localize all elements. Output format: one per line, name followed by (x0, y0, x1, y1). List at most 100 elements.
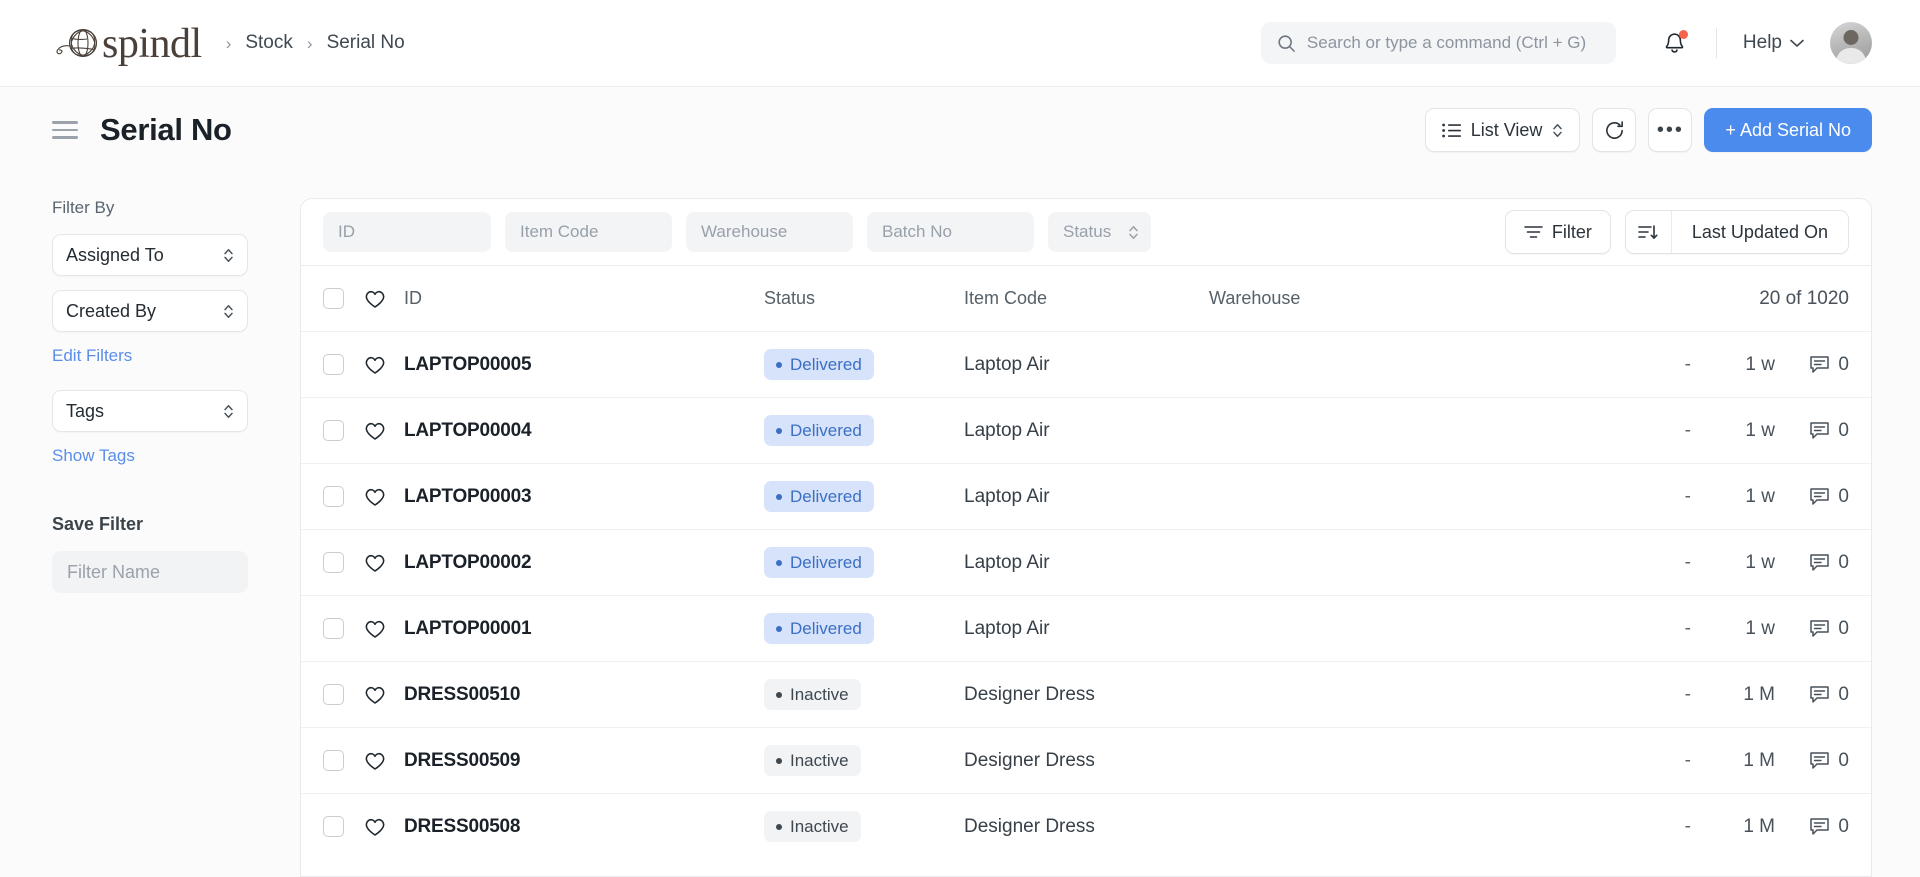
created-by-select[interactable]: Created By (52, 290, 248, 332)
column-header-status[interactable]: Status (764, 288, 964, 309)
filter-by-label: Filter By (52, 198, 248, 218)
column-header-warehouse[interactable]: Warehouse (1209, 288, 1759, 309)
add-serial-no-button[interactable]: + Add Serial No (1704, 108, 1872, 152)
row-id[interactable]: DRESS00509 (404, 750, 764, 772)
row-status-cell: Inactive (764, 679, 964, 710)
avatar[interactable] (1830, 22, 1872, 64)
status-badge: Delivered (764, 613, 874, 644)
row-like-button[interactable] (364, 487, 390, 507)
row-like-button[interactable] (364, 751, 390, 771)
filter-batch-no-input[interactable]: Batch No (867, 212, 1034, 252)
table-row[interactable]: DRESS00510InactiveDesigner Dress-1 M0 (301, 661, 1871, 727)
row-id[interactable]: LAPTOP00001 (404, 618, 764, 640)
breadcrumb-item-serial-no[interactable]: Serial No (327, 32, 405, 54)
filter-item-code-input[interactable]: Item Code (505, 212, 672, 252)
sort-field-button[interactable]: Last Updated On (1672, 211, 1848, 253)
row-assigned: - (1651, 684, 1691, 706)
filter-id-input[interactable]: ID (323, 212, 491, 252)
row-comment-count[interactable]: 0 (1775, 354, 1849, 376)
heart-icon (364, 355, 386, 375)
search-input[interactable]: Search or type a command (Ctrl + G) (1261, 22, 1616, 64)
table-body: LAPTOP00005DeliveredLaptop Air-1 w0LAPTO… (301, 331, 1871, 859)
row-like-button[interactable] (364, 355, 390, 375)
row-like-button[interactable] (364, 553, 390, 573)
row-item-code: Laptop Air (964, 420, 1209, 442)
table-row[interactable]: DRESS00508InactiveDesigner Dress-1 M0 (301, 793, 1871, 859)
filter-status-placeholder: Status (1063, 222, 1111, 242)
row-id[interactable]: LAPTOP00003 (404, 486, 764, 508)
row-item-code: Designer Dress (964, 684, 1209, 706)
row-like-button[interactable] (364, 685, 390, 705)
comment-icon (1809, 817, 1830, 836)
row-id[interactable]: LAPTOP00002 (404, 552, 764, 574)
list-filter-bar: ID Item Code Warehouse Batch No Status (301, 199, 1871, 265)
row-checkbox[interactable] (323, 684, 344, 705)
hamburger-icon[interactable] (52, 121, 78, 139)
row-checkbox[interactable] (323, 354, 344, 375)
table-row[interactable]: LAPTOP00003DeliveredLaptop Air-1 w0 (301, 463, 1871, 529)
row-status-cell: Delivered (764, 349, 964, 380)
row-checkbox[interactable] (323, 816, 344, 837)
table-row[interactable]: LAPTOP00004DeliveredLaptop Air-1 w0 (301, 397, 1871, 463)
tags-select[interactable]: Tags (52, 390, 248, 432)
save-filter-label: Save Filter (52, 514, 248, 535)
row-checkbox[interactable] (323, 618, 344, 639)
add-serial-no-label: + Add Serial No (1725, 120, 1851, 141)
refresh-button[interactable] (1592, 108, 1636, 152)
row-id[interactable]: LAPTOP00004 (404, 420, 764, 442)
row-checkbox[interactable] (323, 750, 344, 771)
row-checkbox[interactable] (323, 486, 344, 507)
column-header-item-code[interactable]: Item Code (964, 288, 1209, 309)
row-assigned: - (1651, 618, 1691, 640)
help-menu[interactable]: Help (1743, 32, 1804, 54)
row-like-button[interactable] (364, 421, 390, 441)
table-row[interactable]: LAPTOP00005DeliveredLaptop Air-1 w0 (301, 331, 1871, 397)
row-like-button[interactable] (364, 817, 390, 837)
row-id[interactable]: LAPTOP00005 (404, 354, 764, 376)
table-row[interactable]: LAPTOP00001DeliveredLaptop Air-1 w0 (301, 595, 1871, 661)
list-icon (1442, 123, 1461, 138)
brand-logo[interactable]: spindl (52, 20, 202, 66)
status-badge-label: Delivered (790, 619, 862, 639)
row-comment-count[interactable]: 0 (1775, 816, 1849, 838)
row-id[interactable]: DRESS00508 (404, 816, 764, 838)
filter-status-select[interactable]: Status (1048, 212, 1151, 252)
row-comment-count[interactable]: 0 (1775, 618, 1849, 640)
select-all-checkbox[interactable] (323, 288, 344, 309)
like-filter-button[interactable] (364, 289, 390, 309)
filter-warehouse-input[interactable]: Warehouse (686, 212, 853, 252)
status-dot-icon (776, 824, 782, 830)
filter-name-input[interactable]: Filter Name (52, 551, 248, 593)
more-options-button[interactable]: ••• (1648, 108, 1692, 152)
top-navbar: spindl › Stock › Serial No Search or typ… (0, 0, 1920, 87)
row-comment-count[interactable]: 0 (1775, 486, 1849, 508)
notifications-button[interactable] (1660, 28, 1690, 58)
breadcrumb-chevron-icon: › (307, 35, 313, 52)
row-id[interactable]: DRESS00510 (404, 684, 764, 706)
status-badge-label: Delivered (790, 487, 862, 507)
row-comment-count[interactable]: 0 (1775, 750, 1849, 772)
chevron-updown-icon (223, 303, 234, 320)
sort-direction-button[interactable] (1626, 211, 1672, 253)
filter-button[interactable]: Filter (1505, 210, 1611, 254)
table-row[interactable]: DRESS00509InactiveDesigner Dress-1 M0 (301, 727, 1871, 793)
row-comment-count[interactable]: 0 (1775, 420, 1849, 442)
row-checkbox[interactable] (323, 552, 344, 573)
row-assigned: - (1651, 816, 1691, 838)
status-badge-label: Inactive (790, 817, 849, 837)
edit-filters-link[interactable]: Edit Filters (52, 346, 132, 366)
assigned-to-select[interactable]: Assigned To (52, 234, 248, 276)
status-badge: Delivered (764, 415, 874, 446)
table-row[interactable]: LAPTOP00002DeliveredLaptop Air-1 w0 (301, 529, 1871, 595)
row-comment-count[interactable]: 0 (1775, 552, 1849, 574)
row-comment-count[interactable]: 0 (1775, 684, 1849, 706)
row-like-button[interactable] (364, 619, 390, 639)
list-view-button[interactable]: List View (1425, 108, 1581, 152)
show-tags-link[interactable]: Show Tags (52, 446, 135, 466)
comment-count-label: 0 (1838, 750, 1849, 772)
breadcrumb-item-stock[interactable]: Stock (245, 32, 293, 54)
ellipsis-icon: ••• (1657, 124, 1684, 136)
row-checkbox[interactable] (323, 420, 344, 441)
column-header-id[interactable]: ID (404, 288, 764, 309)
comment-icon (1809, 751, 1830, 770)
